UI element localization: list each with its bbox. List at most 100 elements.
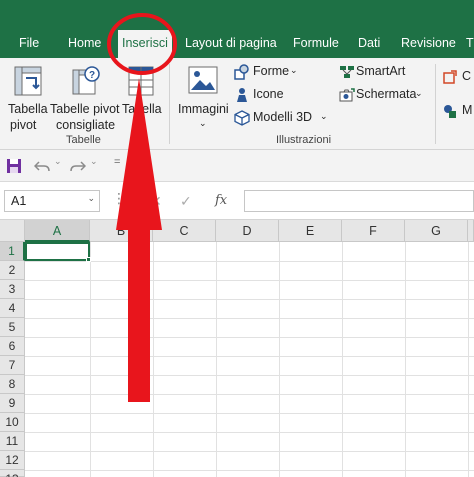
insert-function-icon[interactable]: fx bbox=[215, 193, 227, 208]
column-header[interactable]: A bbox=[25, 220, 90, 242]
table-button[interactable]: Tabella bbox=[120, 62, 162, 134]
tab-layout-di-pagina[interactable]: Layout di pagina bbox=[185, 36, 277, 54]
tab-dati[interactable]: Dati bbox=[358, 36, 380, 54]
tab-revisione[interactable]: Revisione bbox=[401, 36, 456, 54]
gridline bbox=[25, 280, 474, 281]
save-icon[interactable] bbox=[6, 158, 22, 174]
smartart-button[interactable]: SmartArt bbox=[339, 63, 419, 81]
shapes-button[interactable]: Forme ⌄ bbox=[234, 63, 300, 81]
row-header[interactable]: 10 bbox=[0, 413, 25, 432]
row-header[interactable]: 2 bbox=[0, 261, 25, 280]
formula-bar: A1 ⌄ ⋮ ✕ ✓ fx bbox=[0, 182, 474, 220]
images-label: Immagini bbox=[178, 102, 229, 116]
gridline bbox=[25, 413, 474, 414]
worksheet-grid: A B C D E F G 1 2 3 4 5 6 7 8 9 10 11 12… bbox=[0, 220, 474, 477]
pivot-table-label-2: pivot bbox=[10, 118, 37, 132]
smartart-label: SmartArt bbox=[356, 64, 406, 78]
smartart-icon bbox=[340, 66, 354, 78]
undo-icon[interactable] bbox=[34, 158, 50, 174]
shapes-icon bbox=[234, 64, 249, 80]
models-3d-label: Modelli 3D bbox=[253, 110, 313, 124]
row-header[interactable]: 13 bbox=[0, 470, 25, 477]
name-box[interactable]: A1 ⌄ bbox=[4, 190, 100, 212]
recommended-pivot-label-1: Tabelle pivot bbox=[50, 102, 120, 116]
gridline bbox=[405, 242, 406, 477]
name-box-chevron-icon[interactable]: ⌄ bbox=[87, 193, 95, 204]
models-3d-chevron-icon: ⌄ bbox=[320, 111, 328, 121]
gridline bbox=[25, 356, 474, 357]
row-header[interactable]: 4 bbox=[0, 299, 25, 318]
customize-qat-icon[interactable]: = bbox=[114, 156, 120, 168]
addins-button-partial[interactable]: C bbox=[442, 68, 474, 86]
confirm-entry-icon[interactable]: ✓ bbox=[180, 193, 192, 210]
images-icon bbox=[188, 66, 218, 94]
undo-dropdown-chevron-icon[interactable]: ⌄ bbox=[54, 156, 62, 167]
column-header-partial[interactable] bbox=[468, 220, 474, 242]
group-label-illustrations: Illustrazioni bbox=[276, 134, 332, 146]
formula-bar-options-icon[interactable]: ⋮ bbox=[112, 191, 126, 205]
addins-label-partial: C bbox=[462, 69, 472, 83]
my-addins-label-partial: M bbox=[462, 103, 473, 117]
row-header[interactable]: 8 bbox=[0, 375, 25, 394]
gridline bbox=[25, 375, 474, 376]
models-3d-button[interactable]: Modelli 3D ⌄ bbox=[234, 109, 330, 127]
gridline bbox=[25, 470, 474, 471]
ribbon-insert: Tabella pivot ? Tabelle pivot consigliat… bbox=[0, 58, 474, 150]
gridline bbox=[25, 261, 474, 262]
column-header[interactable]: C bbox=[153, 220, 216, 242]
gridline bbox=[25, 451, 474, 452]
tab-file[interactable]: File bbox=[19, 36, 39, 54]
gridline bbox=[216, 242, 217, 477]
gridline bbox=[25, 337, 474, 338]
recommended-pivot-label-2: consigliate bbox=[56, 118, 116, 132]
column-header[interactable]: D bbox=[216, 220, 279, 242]
cancel-entry-icon[interactable]: ✕ bbox=[150, 193, 162, 210]
row-header[interactable]: 1 bbox=[0, 242, 25, 261]
cube-3d-icon bbox=[234, 110, 250, 126]
screenshot-button[interactable]: Schermata ⌄ bbox=[339, 86, 429, 104]
column-header[interactable]: E bbox=[279, 220, 342, 242]
group-label-tables: Tabelle bbox=[66, 134, 101, 146]
shapes-label: Forme bbox=[253, 64, 290, 78]
tab-inserisci[interactable]: Inserisci bbox=[118, 30, 172, 58]
row-header[interactable]: 7 bbox=[0, 356, 25, 375]
row-header[interactable]: 11 bbox=[0, 432, 25, 451]
selected-cell-a1[interactable] bbox=[25, 242, 90, 261]
row-header[interactable]: 3 bbox=[0, 280, 25, 299]
tab-home[interactable]: Home bbox=[68, 36, 101, 54]
column-header[interactable]: G bbox=[405, 220, 468, 242]
select-all-corner[interactable] bbox=[0, 220, 25, 242]
redo-icon[interactable] bbox=[70, 158, 86, 174]
table-icon bbox=[128, 66, 154, 96]
recommended-pivot-icon: ? bbox=[72, 66, 100, 95]
screenshot-label: Schermata bbox=[356, 87, 417, 101]
row-header[interactable]: 9 bbox=[0, 394, 25, 413]
column-header[interactable]: F bbox=[342, 220, 405, 242]
ribbon-tab-bar: File Home Inserisci Layout di pagina For… bbox=[0, 0, 474, 58]
images-button[interactable]: Immagini ⌄ bbox=[174, 62, 232, 134]
row-header[interactable]: 6 bbox=[0, 337, 25, 356]
tab-formule[interactable]: Formule bbox=[293, 36, 339, 54]
pivot-table-icon bbox=[14, 66, 42, 96]
recommended-pivot-button[interactable]: ? Tabelle pivot consigliate bbox=[50, 62, 120, 134]
formula-input[interactable] bbox=[244, 190, 474, 212]
gridline bbox=[153, 242, 154, 477]
svg-text:?: ? bbox=[89, 70, 95, 81]
icons-label: Icone bbox=[253, 87, 284, 101]
tab-partial[interactable]: T bbox=[466, 36, 474, 54]
row-header[interactable]: 12 bbox=[0, 451, 25, 470]
row-header[interactable]: 5 bbox=[0, 318, 25, 337]
screenshot-icon bbox=[339, 88, 355, 102]
table-label: Tabella bbox=[122, 102, 162, 116]
my-addins-button-partial[interactable]: M bbox=[442, 102, 474, 120]
addins-icon bbox=[443, 70, 457, 84]
icons-button[interactable]: Icone bbox=[234, 86, 300, 104]
images-dropdown-chevron-icon: ⌄ bbox=[199, 118, 207, 128]
column-header[interactable]: B bbox=[90, 220, 153, 242]
pivot-table-button[interactable]: Tabella pivot bbox=[4, 62, 50, 134]
redo-dropdown-chevron-icon[interactable]: ⌄ bbox=[90, 156, 98, 167]
ribbon-separator bbox=[169, 64, 170, 144]
gridline bbox=[25, 299, 474, 300]
gridline bbox=[25, 432, 474, 433]
fill-handle[interactable] bbox=[86, 257, 91, 262]
